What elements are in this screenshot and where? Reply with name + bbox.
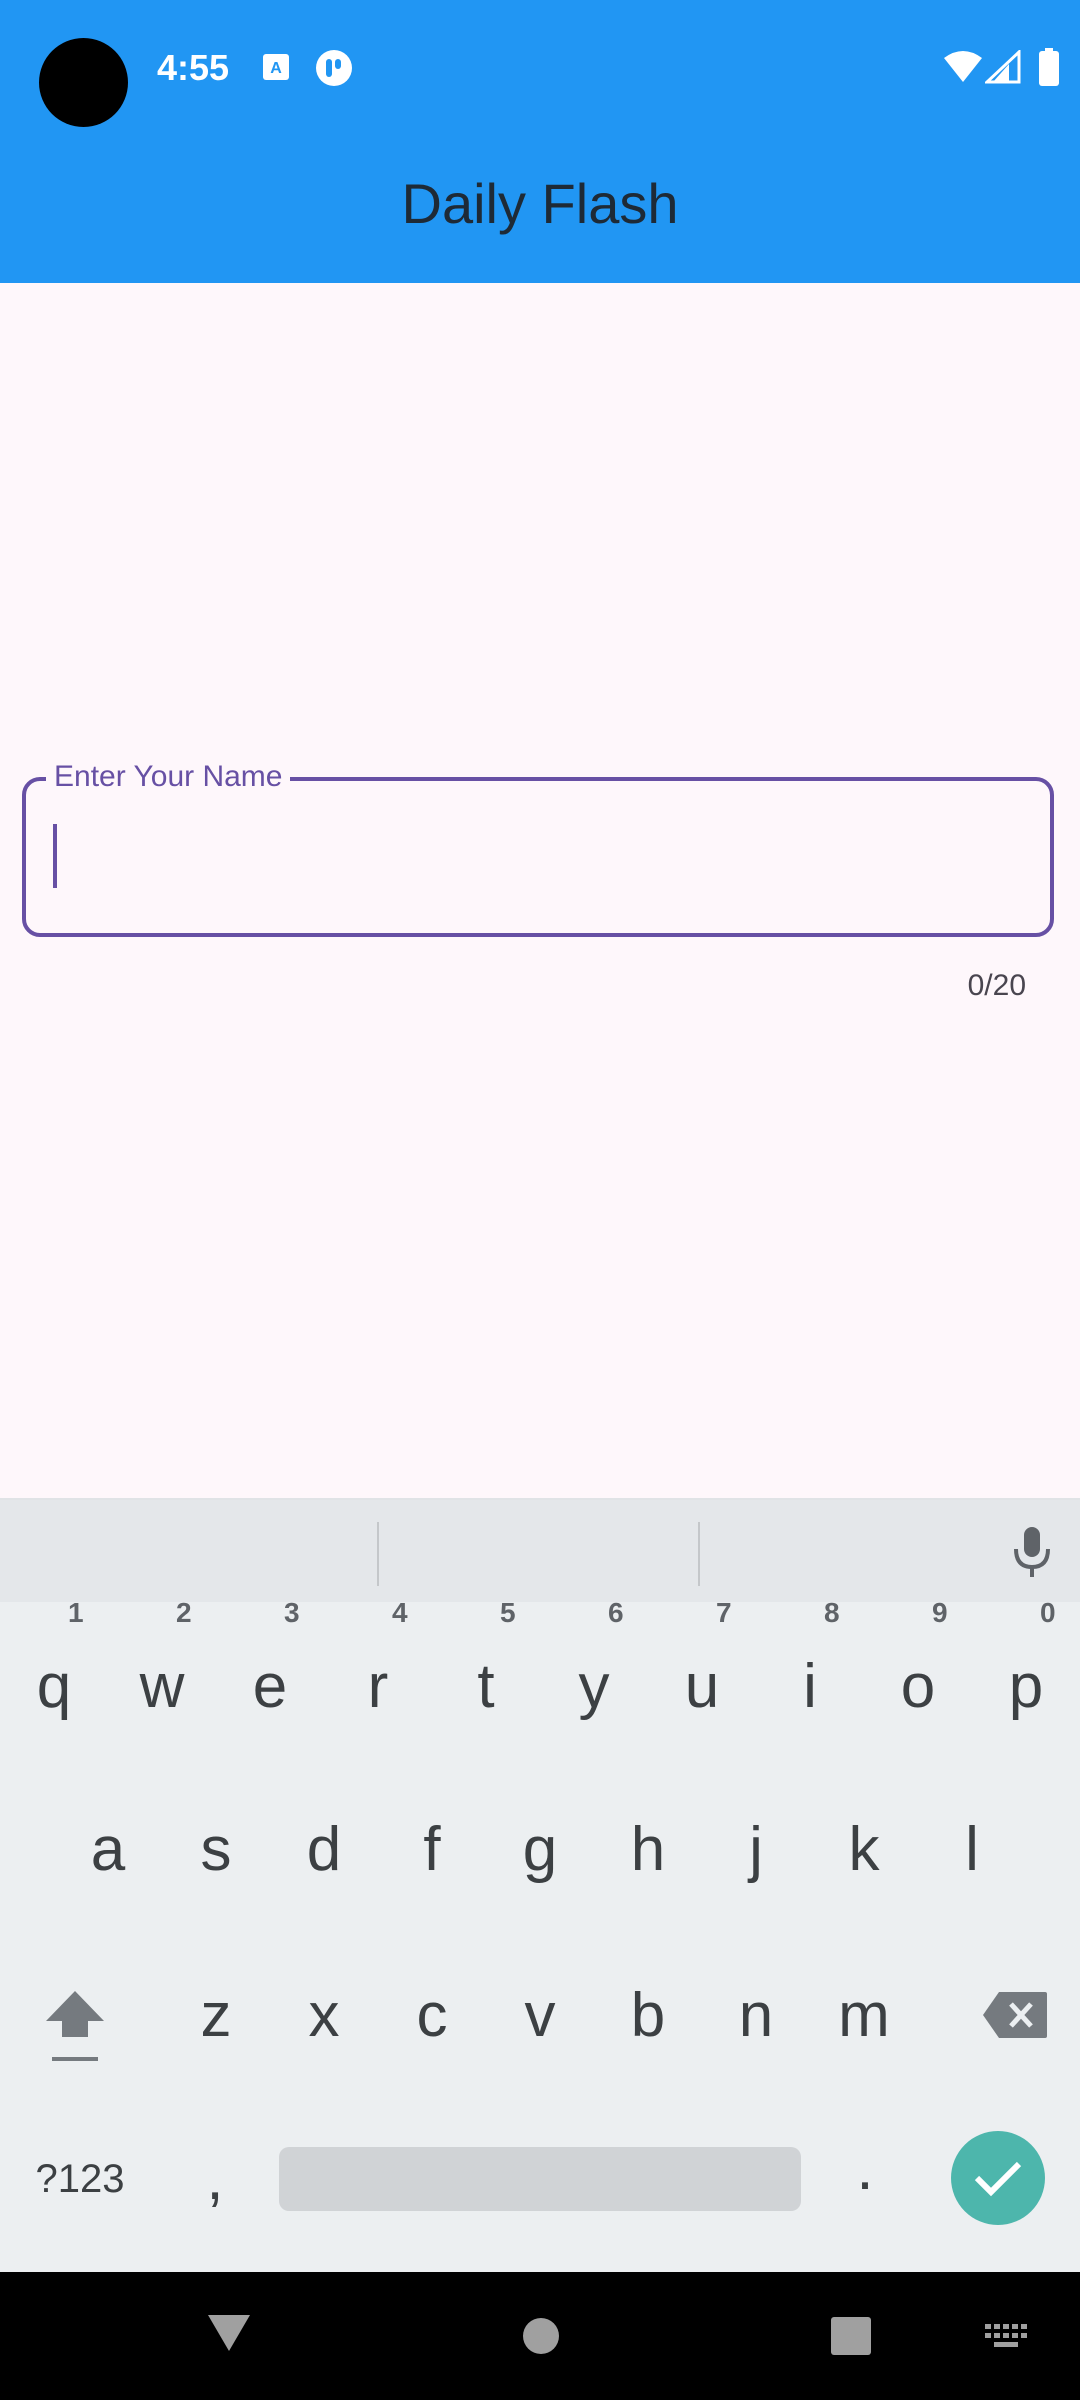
shift-arrow-icon (46, 1991, 104, 2061)
suggestion-strip (0, 1500, 1080, 1602)
key-t[interactable]: t (432, 1637, 540, 1737)
symbols-key[interactable]: ?123 (25, 2140, 135, 2218)
backspace-key[interactable] (965, 1975, 1065, 2055)
key-hint-1: 1 (68, 1597, 84, 1628)
wifi-icon (944, 51, 982, 82)
key-p[interactable]: p (972, 1637, 1080, 1737)
key-m[interactable]: m (810, 1966, 918, 2066)
key-j[interactable]: j (702, 1800, 810, 1900)
key-g[interactable]: g (486, 1800, 594, 1900)
key-hint-0: 0 (1040, 1597, 1056, 1628)
name-input-label: Enter Your Name (46, 758, 291, 796)
key-c[interactable]: c (378, 1966, 486, 2066)
app-bar (0, 0, 1080, 283)
key-hint-2: 2 (176, 1597, 192, 1628)
done-key[interactable] (951, 2131, 1045, 2225)
checkmark-icon (974, 2161, 1022, 2197)
suggestion-divider (698, 1522, 700, 1586)
key-b[interactable]: b (594, 1966, 702, 2066)
key-k[interactable]: k (810, 1800, 918, 1900)
key-r[interactable]: r (324, 1637, 432, 1737)
key-i[interactable]: i (756, 1637, 864, 1737)
key-hint-3: 3 (284, 1597, 300, 1628)
key-s[interactable]: s (162, 1800, 270, 1900)
key-hint-4: 4 (392, 1597, 408, 1628)
text-cursor (53, 824, 57, 888)
key-u[interactable]: u (648, 1637, 756, 1737)
space-key[interactable] (279, 2147, 801, 2211)
key-f[interactable]: f (378, 1800, 486, 1900)
keyboard-switch-icon[interactable] (985, 2324, 1029, 2348)
microphone-icon[interactable] (1011, 1525, 1053, 1579)
suggestion-divider (377, 1522, 379, 1586)
key-hint-8: 8 (824, 1597, 840, 1628)
key-y[interactable]: y (540, 1637, 648, 1737)
key-o[interactable]: o (864, 1637, 972, 1737)
name-input[interactable] (22, 777, 1054, 937)
key-x[interactable]: x (270, 1966, 378, 2066)
home-icon[interactable] (522, 2317, 560, 2355)
battery-icon (1039, 48, 1059, 86)
backspace-icon (983, 1992, 1047, 2038)
key-hint-5: 5 (500, 1597, 516, 1628)
signal-icon (985, 50, 1021, 84)
key-q[interactable]: q (0, 1637, 108, 1737)
key-hint-7: 7 (716, 1597, 732, 1628)
key-h[interactable]: h (594, 1800, 702, 1900)
back-icon[interactable] (206, 2313, 252, 2353)
status-time: 4:55 (157, 47, 230, 88)
shift-key[interactable] (30, 1980, 120, 2080)
notification-a-icon: A (263, 54, 289, 80)
recents-icon[interactable] (830, 2316, 872, 2356)
page-title: Daily Flash (401, 172, 679, 235)
camera-cutout (39, 38, 128, 127)
key-w[interactable]: w (108, 1637, 216, 1737)
key-e[interactable]: e (216, 1637, 324, 1737)
notification-app-icon (316, 50, 352, 86)
svg-text:A: A (270, 60, 282, 77)
key-a[interactable]: a (54, 1800, 162, 1900)
key-d[interactable]: d (270, 1800, 378, 1900)
key-hint-6: 6 (608, 1597, 624, 1628)
key-l[interactable]: l (918, 1800, 1026, 1900)
key-v[interactable]: v (486, 1966, 594, 2066)
key-z[interactable]: z (162, 1966, 270, 2066)
key-n[interactable]: n (702, 1966, 810, 2066)
character-counter: 0/20 (967, 969, 1026, 1002)
period-key[interactable]: . (830, 2130, 900, 2208)
key-hint-9: 9 (932, 1597, 948, 1628)
comma-key[interactable]: , (180, 2140, 250, 2218)
